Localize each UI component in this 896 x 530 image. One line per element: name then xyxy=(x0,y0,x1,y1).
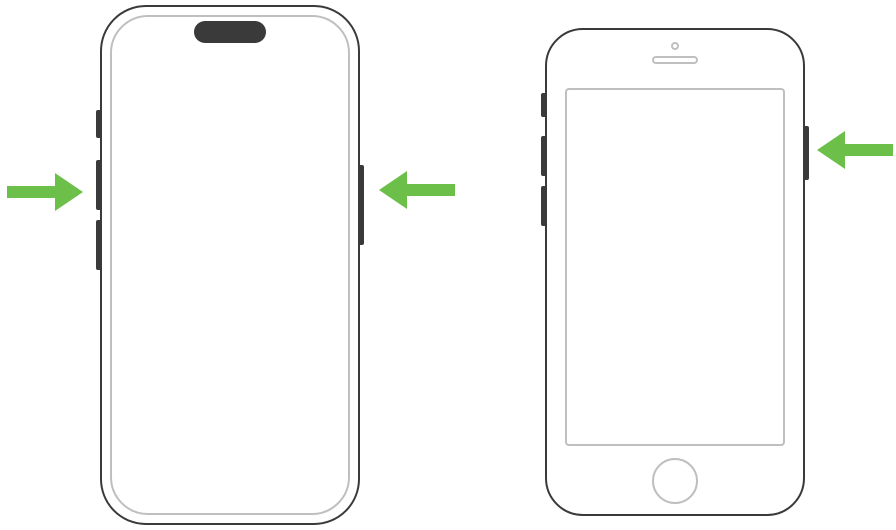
mute-switch xyxy=(96,110,100,138)
arrow-right-icon xyxy=(5,170,85,214)
diagram-stage xyxy=(0,0,896,530)
earpiece-speaker-icon xyxy=(652,56,698,64)
phone-homebutton xyxy=(545,28,805,516)
dynamic-island xyxy=(194,21,266,43)
phone-faceid-screen xyxy=(110,15,350,515)
volume-down-button xyxy=(96,220,100,270)
mute-switch xyxy=(541,93,545,117)
home-button xyxy=(652,458,698,504)
volume-down-button xyxy=(541,186,545,226)
volume-up-button xyxy=(541,136,545,176)
volume-up-button xyxy=(96,160,100,210)
front-camera-icon xyxy=(671,42,679,50)
arrow-left-icon xyxy=(815,128,895,172)
side-button xyxy=(805,126,809,180)
side-button xyxy=(360,165,364,245)
phone-homebutton-screen xyxy=(565,88,785,446)
phone-faceid xyxy=(100,5,360,525)
arrow-left-icon xyxy=(377,168,457,212)
